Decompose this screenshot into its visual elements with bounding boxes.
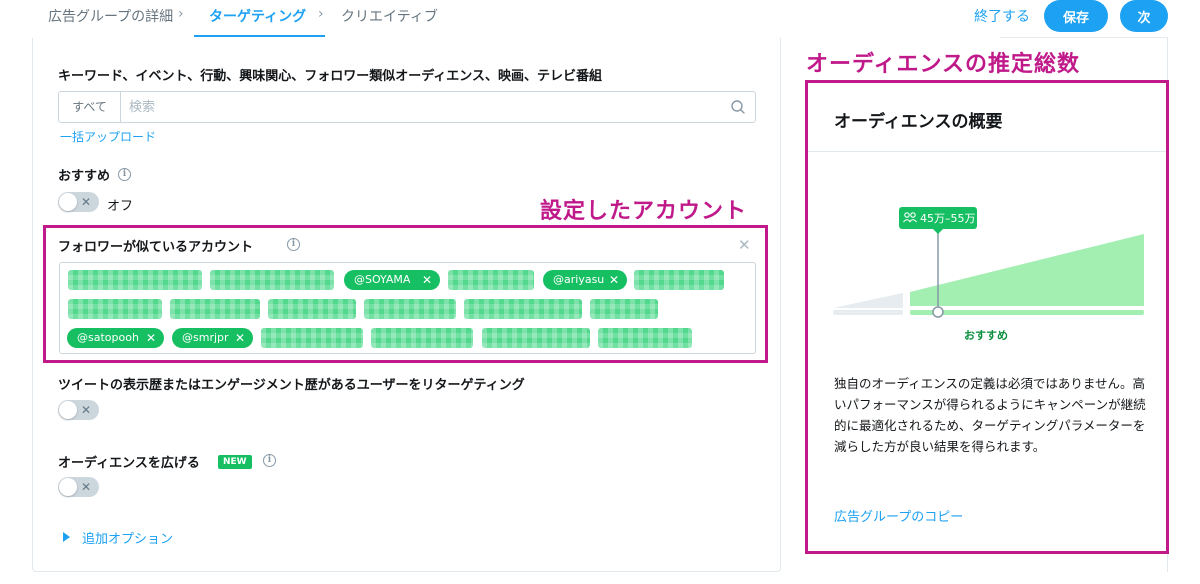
- new-badge: NEW: [218, 455, 252, 469]
- keywords-title: キーワード、イベント、行動、興味関心、フォロワー類似オーディエンス、映画、テレビ…: [58, 69, 603, 84]
- search-icon: [731, 100, 745, 114]
- estimate-bubble-pointer: [933, 229, 943, 234]
- toggle-knob: [59, 478, 77, 496]
- next-button[interactable]: 次: [1120, 0, 1168, 32]
- audience-description: 独自のオーディエンスの定義は必須ではありません。高いパフォーマンスが得られるよう…: [834, 376, 1146, 454]
- bulk-upload-link[interactable]: 一括アップロード: [60, 128, 156, 145]
- blurred-account-chip[interactable]: [371, 328, 473, 348]
- more-options-link[interactable]: 追加オプション: [82, 528, 173, 547]
- account-chip[interactable]: @ariyasu ✕: [543, 270, 627, 290]
- account-chip-label: @satopooh: [77, 331, 139, 344]
- step-creative[interactable]: クリエイティブ: [341, 6, 438, 26]
- blurred-account-chip[interactable]: [170, 299, 260, 319]
- gauge-green-bar: [910, 310, 1144, 315]
- account-chip-label: @SOYAMA: [354, 273, 411, 286]
- keyword-search: すべて: [58, 91, 756, 123]
- recommended-toggle[interactable]: ✕: [58, 192, 99, 212]
- step-adgroup-details[interactable]: 広告グループの詳細: [48, 6, 173, 26]
- blurred-account-chip[interactable]: [268, 299, 356, 319]
- retargeting-toggle[interactable]: ✕: [58, 400, 99, 420]
- blurred-account-chip[interactable]: [261, 328, 363, 348]
- close-icon[interactable]: ✕: [738, 236, 751, 254]
- active-step-indicator: [194, 35, 325, 37]
- annotation-audience: オーディエンスの推定総数: [806, 52, 1081, 77]
- remove-icon[interactable]: ✕: [422, 270, 432, 290]
- recommended-label: おすすめ: [964, 329, 1008, 342]
- blurred-account-chip[interactable]: [448, 270, 534, 290]
- expand-triangle-icon[interactable]: [63, 532, 70, 542]
- chevron-right-icon: ›: [178, 6, 184, 22]
- toggle-knob: [59, 193, 77, 211]
- divider: [1000, 37, 1168, 38]
- expand-audience-toggle[interactable]: ✕: [58, 477, 99, 497]
- remove-icon[interactable]: ✕: [146, 328, 156, 348]
- blurred-account-chip[interactable]: [210, 270, 334, 290]
- account-chip-label: @ariyasu: [553, 273, 605, 286]
- copy-adgroup-link[interactable]: 広告グループのコピー: [834, 506, 963, 525]
- account-chip[interactable]: @smrjpr ✕: [172, 328, 253, 348]
- estimate-marker-dot: [932, 306, 944, 318]
- blurred-account-chip[interactable]: [68, 270, 202, 290]
- audience-summary-panel: オーディエンスの概要 45万–55万 おすすめ 独自のオーディエンスの定義は必須…: [805, 80, 1169, 554]
- recommended-state-label: オフ: [107, 199, 134, 214]
- blurred-account-chip[interactable]: [598, 328, 692, 348]
- audience-summary-title: オーディエンスの概要: [834, 112, 1003, 132]
- estimate-label: 45万–55万: [920, 212, 976, 225]
- account-chip-label: @smrjpr: [182, 331, 229, 344]
- gauge-gray-bar: [833, 310, 903, 315]
- recommended-title: おすすめ: [58, 169, 111, 184]
- account-chip[interactable]: @SOYAMA ✕: [344, 270, 440, 290]
- blurred-account-chip[interactable]: [464, 299, 582, 319]
- blurred-account-chip[interactable]: [68, 299, 162, 319]
- gauge-green-segment: [910, 234, 1144, 306]
- save-button[interactable]: 保存: [1044, 0, 1108, 32]
- follower-lookalike-title: フォロワーが似ているアカウント: [58, 240, 254, 255]
- retargeting-title: ツイートの表示歴またはエンゲージメント歴があるユーザーをリターゲティング: [58, 378, 525, 393]
- remove-icon[interactable]: ✕: [235, 328, 245, 348]
- annotation-accounts: 設定したアカウント: [540, 199, 748, 224]
- audience-size-gauge: 45万–55万 おすすめ: [833, 207, 1144, 342]
- account-chip[interactable]: @satopooh ✕: [67, 328, 164, 348]
- blurred-account-chip[interactable]: [482, 328, 590, 348]
- blurred-account-chip[interactable]: [590, 299, 658, 319]
- search-input[interactable]: [129, 97, 709, 117]
- top-navigation: 広告グループの詳細 › ターゲティング › クリエイティブ 終了する 保存 次: [0, 0, 1200, 38]
- close-icon: ✕: [81, 195, 92, 209]
- search-scope-select[interactable]: すべて: [59, 92, 121, 122]
- close-icon: ✕: [81, 480, 92, 494]
- divider: [808, 151, 1166, 152]
- blurred-account-chip[interactable]: [634, 270, 724, 290]
- remove-icon[interactable]: ✕: [609, 270, 619, 290]
- blurred-account-chip[interactable]: [364, 299, 456, 319]
- finish-button[interactable]: 終了する: [974, 6, 1030, 26]
- gauge-gray-segment: [833, 293, 903, 308]
- info-icon[interactable]: i: [287, 238, 300, 251]
- close-icon: ✕: [81, 403, 92, 417]
- toggle-knob: [59, 401, 77, 419]
- info-icon[interactable]: i: [118, 168, 131, 181]
- chevron-right-icon: ›: [318, 6, 324, 22]
- expand-audience-title: オーディエンスを広げる: [58, 456, 200, 471]
- info-icon[interactable]: i: [263, 454, 276, 467]
- step-targeting[interactable]: ターゲティング: [209, 6, 306, 26]
